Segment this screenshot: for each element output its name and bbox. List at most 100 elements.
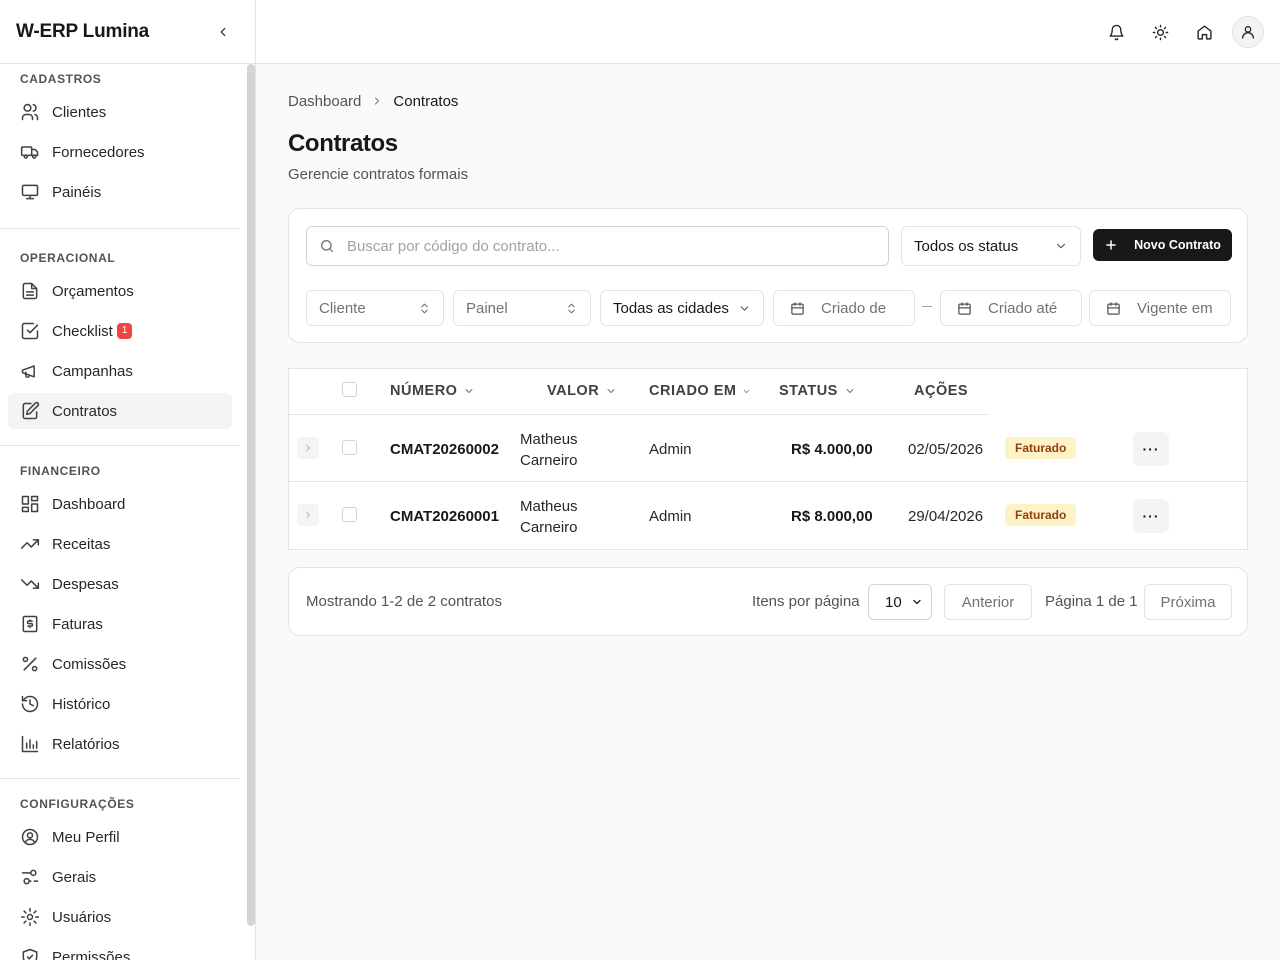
select-all-checkbox[interactable] <box>342 382 357 397</box>
search-icon <box>321 240 333 252</box>
sidebar-item-gerais[interactable]: Gerais <box>8 859 232 895</box>
row-actions-button[interactable]: ··· <box>1133 499 1169 533</box>
panel-select[interactable]: Painel <box>453 290 591 326</box>
sidebar-scrollbar[interactable] <box>247 64 255 926</box>
sidebar-item-label: Faturas <box>52 615 103 633</box>
column-header-value[interactable]: VALOR <box>547 383 617 399</box>
more-horizontal-icon: ··· <box>1142 508 1160 524</box>
sidebar-item-despesas[interactable]: Despesas <box>8 566 232 602</box>
row-checkbox[interactable] <box>342 440 357 455</box>
row-checkbox[interactable] <box>342 507 357 522</box>
gear-icon <box>20 907 40 927</box>
column-header-label: VALOR <box>547 383 600 399</box>
notifications-button[interactable] <box>1100 16 1132 48</box>
expand-row-button[interactable] <box>297 437 319 459</box>
per-page-value: 10 <box>885 593 902 611</box>
created-to-date[interactable]: Criado até <box>940 290 1082 326</box>
breadcrumb-link-dashboard[interactable]: Dashboard <box>288 93 361 110</box>
sidebar-item-relatorios[interactable]: Relatórios <box>8 726 232 762</box>
sidebar-item-label: Usuários <box>52 908 112 926</box>
table-header: NÚMERO VALOR CRIADO EM STATUS AÇÕES <box>289 369 989 415</box>
sidebar-item-paineis[interactable]: Painéis <box>8 174 232 210</box>
valid-on-date[interactable]: Vigente em <box>1089 290 1231 326</box>
page-title: Contratos <box>288 130 398 157</box>
collapse-sidebar-button[interactable] <box>213 22 233 42</box>
search-input[interactable]: Buscar por código do contrato... <box>306 226 889 266</box>
notification-badge: 1 <box>116 323 133 339</box>
sidebar-item-label: Orçamentos <box>52 282 134 300</box>
section-title: CONFIGURAÇÕES <box>20 797 135 811</box>
client-select-value: Cliente <box>319 299 366 317</box>
new-contract-button[interactable]: Novo Contrato <box>1093 229 1232 261</box>
per-page-select[interactable]: 10 <box>868 584 932 620</box>
file-text-icon <box>22 282 38 300</box>
home-button[interactable] <box>1188 16 1220 48</box>
chevron-right-icon <box>306 512 310 518</box>
column-header-created-at[interactable]: CRIADO EM <box>649 383 751 399</box>
layout-dashboard-icon <box>21 495 39 513</box>
sidebar-item-campanhas[interactable]: Campanhas <box>8 353 232 389</box>
calendar-icon <box>791 301 804 315</box>
date-range-separator <box>922 306 932 307</box>
sidebar-item-label: Clientes <box>52 103 107 121</box>
theme-toggle-button[interactable] <box>1144 16 1176 48</box>
sidebar-item-faturas[interactable]: Faturas <box>8 606 232 642</box>
contract-number[interactable]: CMAT20260002 <box>390 441 499 458</box>
sidebar-item-clientes[interactable]: Clientes <box>8 94 232 130</box>
created-date: 29/04/2026 <box>908 508 984 525</box>
sliders-icon <box>21 869 39 885</box>
status-select[interactable]: Todos os status <box>901 226 1081 266</box>
client-select[interactable]: Cliente <box>306 290 444 326</box>
cities-select-value: Todas as cidades <box>613 299 729 317</box>
creator-name: Admin <box>649 508 692 525</box>
sidebar-item-meu-perfil[interactable]: Meu Perfil <box>8 819 232 855</box>
next-page-button[interactable]: Próxima <box>1144 584 1232 620</box>
search-placeholder: Buscar por código do contrato... <box>347 237 560 255</box>
sidebar-item-permissoes[interactable]: Permissões <box>8 939 232 960</box>
chevron-down-icon <box>465 389 473 394</box>
chevron-down-icon <box>744 389 750 393</box>
more-horizontal-icon: ··· <box>1142 441 1160 457</box>
sidebar-item-contratos[interactable]: Contratos <box>8 393 232 429</box>
contract-number[interactable]: CMAT20260001 <box>390 508 499 525</box>
nav-section-operacional: OPERACIONAL Orçamentos Checklist 1 Campa… <box>0 229 240 446</box>
row-actions-button[interactable]: ··· <box>1133 432 1169 466</box>
status-badge: Faturado <box>1005 504 1077 526</box>
sidebar-item-usuarios[interactable]: Usuários <box>8 899 232 935</box>
column-header-label: NÚMERO <box>390 383 458 399</box>
sidebar-item-label: Campanhas <box>52 362 133 380</box>
per-page-label: Itens por página <box>752 593 860 610</box>
previous-page-button[interactable]: Anterior <box>944 584 1032 620</box>
expand-row-button[interactable] <box>297 504 319 526</box>
sidebar-item-comissoes[interactable]: Comissões <box>8 646 232 682</box>
sidebar-item-dashboard[interactable]: Dashboard <box>8 486 232 522</box>
sidebar-item-label: Comissões <box>52 655 127 673</box>
sun-icon <box>1152 24 1168 40</box>
trending-down-icon <box>20 579 40 589</box>
sidebar-item-fornecedores[interactable]: Fornecedores <box>8 134 232 170</box>
sidebar-item-label: Gerais <box>52 868 97 886</box>
column-header-number[interactable]: NÚMERO <box>390 383 475 399</box>
created-from-date[interactable]: Criado de <box>773 290 915 326</box>
sidebar-item-label: Fornecedores <box>52 143 145 161</box>
chevron-right-icon <box>306 445 310 451</box>
monitor-icon <box>21 184 39 200</box>
topbar <box>256 0 1280 64</box>
user-avatar-button[interactable] <box>1232 16 1264 48</box>
edit-file-icon <box>22 401 40 420</box>
sidebar-item-label: Receitas <box>52 535 111 553</box>
column-header-status[interactable]: STATUS <box>779 383 856 399</box>
cities-select[interactable]: Todas as cidades <box>600 290 764 326</box>
sidebar-item-orcamentos[interactable]: Orçamentos <box>8 273 232 309</box>
sidebar-item-checklist[interactable]: Checklist 1 <box>8 313 232 349</box>
sidebar-item-receitas[interactable]: Receitas <box>8 526 232 562</box>
filters-card: Buscar por código do contrato... Todos o… <box>288 208 1248 343</box>
table-row[interactable]: CMAT20260001 Matheus Carneiro Admin R$ 8… <box>289 482 1247 549</box>
page-indicator: Página 1 de 1 <box>1045 593 1138 610</box>
chevron-down-icon <box>607 389 615 394</box>
column-header-label: STATUS <box>779 383 838 399</box>
client-last-name: Carneiro <box>520 452 578 469</box>
table-row[interactable]: CMAT20260002 Matheus Carneiro Admin R$ 4… <box>289 415 1247 482</box>
sidebar-item-historico[interactable]: Histórico <box>8 686 232 722</box>
nav-section-configuracoes: CONFIGURAÇÕES Meu Perfil Gerais Usuários… <box>0 779 240 960</box>
